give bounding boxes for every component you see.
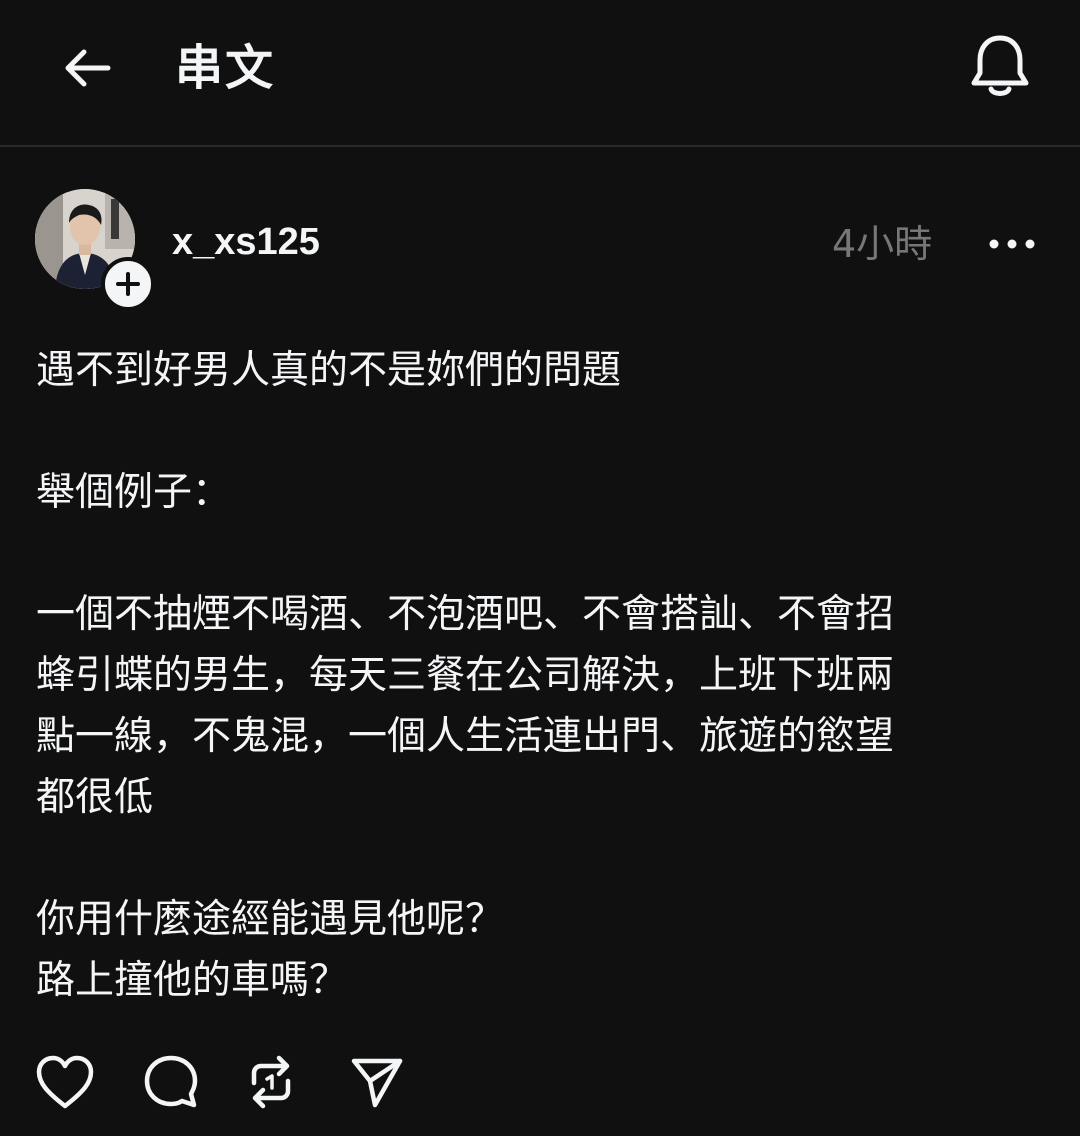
more-options-button[interactable] (984, 221, 1040, 267)
post-paragraph: 舉個例子： (36, 470, 232, 515)
page-title: 串文 (175, 40, 276, 96)
bell-icon (971, 35, 1029, 96)
follow-button[interactable] (101, 257, 155, 311)
post-paragraph: 你用什麼途經能遇見他呢？ 路上撞他的車嗎？ (36, 897, 505, 1003)
avatar-container (35, 189, 155, 311)
username[interactable]: x_xs125 (172, 217, 320, 267)
notifications-button[interactable] (966, 30, 1034, 102)
comment-icon (144, 1055, 198, 1108)
heart-icon (36, 1055, 94, 1109)
arrow-left-icon (65, 49, 111, 87)
send-icon (351, 1058, 403, 1108)
post-actions (30, 1047, 450, 1117)
reply-button[interactable] (136, 1047, 206, 1117)
share-button[interactable] (342, 1047, 412, 1117)
like-button[interactable] (30, 1047, 100, 1117)
post: x_xs125 4小時 遇不到好男人真的不是妳們的問題 舉個例子： 一個不抽煙不… (0, 147, 1080, 1136)
timestamp: 4小時 (832, 222, 933, 266)
post-paragraph: 遇不到好男人真的不是妳們的問題 (36, 348, 622, 393)
plus-icon (116, 272, 140, 296)
repost-icon (251, 1055, 291, 1109)
post-paragraph: 一個不抽煙不喝酒、不泡酒吧、不會搭訕、不會招 蜂引蝶的男生，每天三餐在公司解決，… (36, 592, 895, 820)
more-horizontal-icon (989, 239, 1035, 249)
back-button[interactable] (58, 40, 116, 96)
repost-button[interactable] (236, 1047, 306, 1117)
post-text: 遇不到好男人真的不是妳們的問題 舉個例子： 一個不抽煙不喝酒、不泡酒吧、不會搭訕… (36, 340, 1036, 1011)
top-bar: 串文 (0, 0, 1080, 147)
